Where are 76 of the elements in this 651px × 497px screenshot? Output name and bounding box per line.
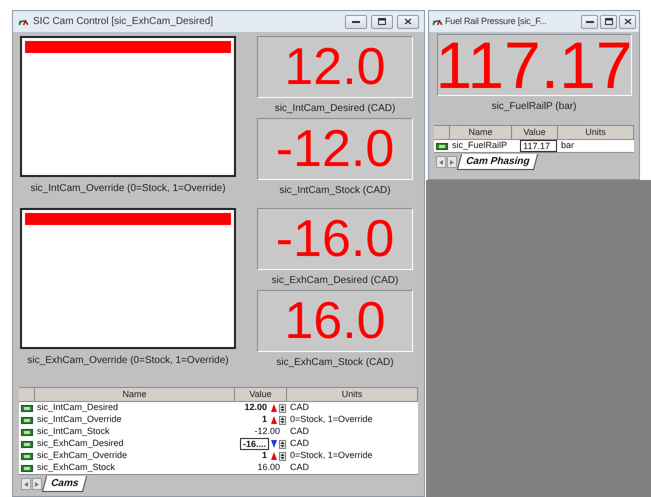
- column-header[interactable]: Value: [512, 126, 558, 139]
- table-cell-text: 0=Stock, 1=Override: [289, 413, 374, 426]
- display-label: sic_FuelRailP (bar): [492, 100, 576, 114]
- value-field[interactable]: 1: [260, 413, 269, 427]
- variable-icon: [19, 428, 35, 436]
- table-cell-text: sic_IntCam_Desired: [36, 401, 120, 414]
- spinner-control[interactable]: [279, 416, 286, 424]
- display-label: sic_IntCam_Desired (CAD): [274, 102, 396, 116]
- column-header[interactable]: Value: [235, 388, 287, 401]
- indicator-label: sic_IntCam_Override (0=Stock, 1=Override): [30, 182, 226, 196]
- table-cell: 117.17: [520, 140, 557, 152]
- sheet-tab[interactable]: Cam Phasing: [456, 154, 538, 170]
- table-cell-text: sic_IntCam_Stock: [36, 425, 111, 438]
- scroll-right-button[interactable]: [447, 156, 457, 168]
- table-cell-text: sic_ExhCam_Desired: [36, 437, 125, 450]
- variable-icon: [19, 464, 35, 472]
- table-cell-text: CAD: [289, 425, 310, 438]
- spinner-control[interactable]: [279, 452, 286, 460]
- table-cell-text: 16.00: [256, 461, 281, 474]
- spinner-control[interactable]: [279, 440, 286, 448]
- maximize-icon: [378, 18, 386, 25]
- display-label: sic_IntCam_Stock (CAD): [279, 184, 391, 198]
- window-title: SIC Cam Control [sic_ExhCam_Desired]: [33, 15, 214, 29]
- value-field[interactable]: -16....: [240, 438, 269, 450]
- scroll-right-button[interactable]: [32, 478, 42, 490]
- table-cell-text: sic_IntCam_Override: [36, 413, 123, 426]
- table-cell-text: bar: [560, 139, 576, 152]
- display-value: -16.0: [276, 213, 394, 265]
- display-value: 117.17: [436, 32, 632, 98]
- variable-icon: [19, 440, 35, 448]
- left-triangle-icon: [439, 160, 443, 164]
- minimize-button[interactable]: [345, 14, 367, 28]
- display-value: 16.0: [284, 295, 386, 347]
- indicator-label: sic_ExhCam_Override (0=Stock, 1=Override): [27, 354, 229, 368]
- gauge-icon: [18, 17, 29, 26]
- display-value: 12.0: [284, 41, 386, 93]
- column-header[interactable]: Name: [35, 388, 235, 401]
- variable-icon: [19, 416, 35, 424]
- left-triangle-icon: [24, 482, 28, 486]
- table-cell-text: CAD: [289, 401, 310, 414]
- variable-icon: [434, 142, 450, 150]
- maximize-button[interactable]: [600, 14, 617, 28]
- close-icon: [624, 18, 632, 25]
- scroll-left-button[interactable]: [21, 478, 31, 490]
- scroll-left-button[interactable]: [436, 156, 446, 168]
- close-button[interactable]: [619, 14, 636, 28]
- table-cell-text: -12.00: [253, 425, 281, 438]
- minimize-button[interactable]: [581, 14, 598, 28]
- column-header[interactable]: Units: [287, 388, 418, 401]
- right-triangle-icon: [450, 160, 454, 164]
- display-label: sic_ExhCam_Stock (CAD): [276, 356, 394, 370]
- table-cell-text: CAD: [289, 461, 310, 474]
- table-cell-text: 0=Stock, 1=Override: [289, 449, 374, 462]
- column-header[interactable]: Units: [558, 126, 634, 139]
- table-cell-text: CAD: [289, 437, 310, 450]
- close-button[interactable]: [397, 14, 419, 28]
- gauge-icon: [432, 17, 443, 26]
- sheet-tab[interactable]: Cams: [42, 476, 88, 492]
- table-cell-text: sic_FuelRailP: [451, 139, 508, 152]
- maximize-icon: [604, 18, 612, 25]
- minimize-icon: [352, 20, 360, 24]
- column-header[interactable]: Name: [450, 126, 512, 139]
- right-triangle-icon: [35, 482, 39, 486]
- table-cell-text: sic_ExhCam_Override: [36, 449, 128, 462]
- variable-icon: [19, 452, 35, 460]
- window-title: Fuel Rail Pressure [sic_F...: [445, 14, 548, 28]
- minimize-icon: [586, 20, 594, 24]
- value-field[interactable]: 1: [260, 449, 269, 463]
- close-icon: [404, 18, 412, 25]
- display-label: sic_ExhCam_Desired (CAD): [272, 274, 398, 288]
- maximize-button[interactable]: [371, 14, 393, 28]
- display-value: -12.0: [276, 123, 394, 175]
- spinner-control[interactable]: [279, 404, 286, 412]
- value-field[interactable]: 12.00: [242, 401, 269, 415]
- table-cell-text: sic_ExhCam_Stock: [36, 461, 116, 474]
- variable-icon: [19, 404, 35, 412]
